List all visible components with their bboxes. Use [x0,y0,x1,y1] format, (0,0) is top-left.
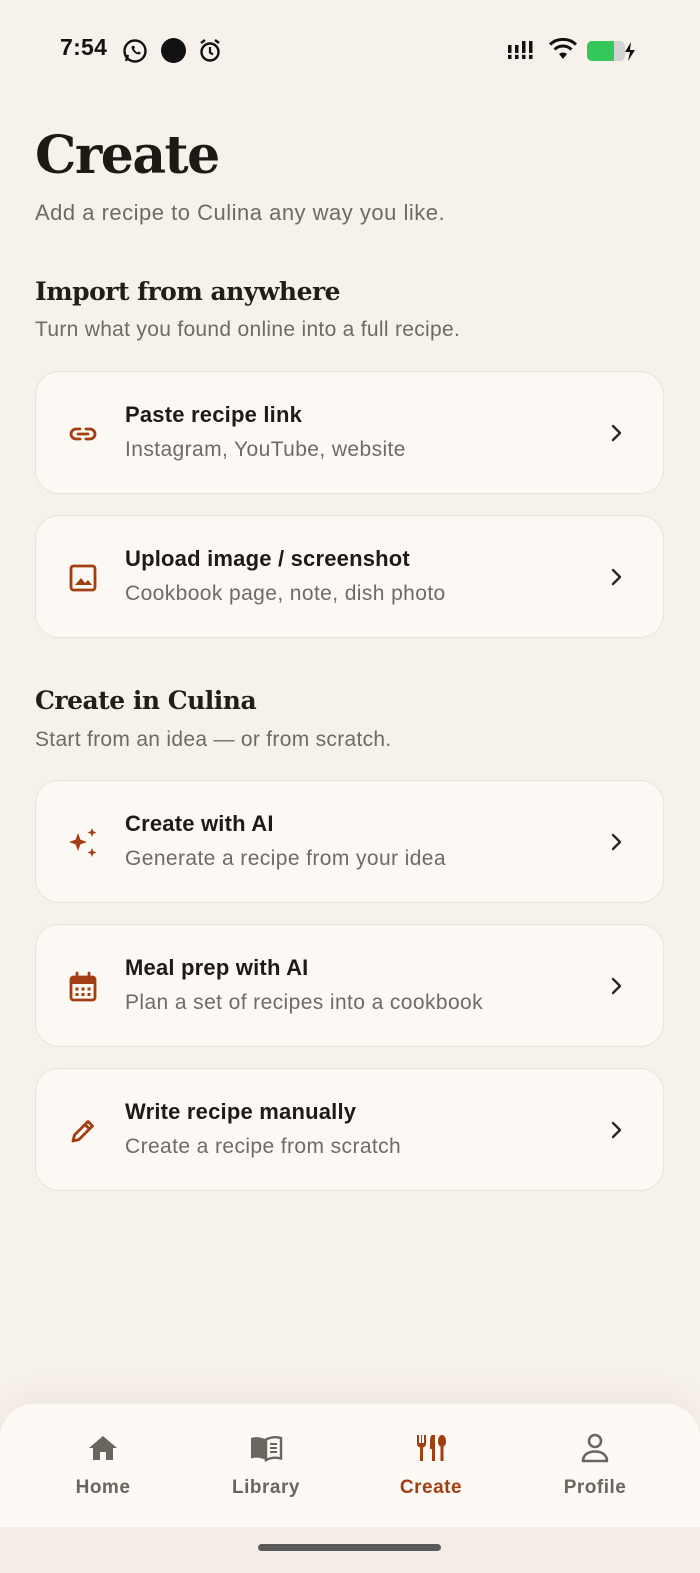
user-icon [581,1433,609,1463]
page-subtitle: Add a recipe to Culina any way you like. [35,200,446,225]
link-icon [69,427,97,441]
card-description: Cookbook page, note, dish photo [125,582,446,605]
home-icon [89,1436,117,1460]
card-title: Upload image / screenshot [125,546,410,571]
nav-item-library[interactable]: Library [196,1404,336,1524]
image-icon [69,564,97,592]
card-description: Generate a recipe from your idea [125,847,446,870]
card-title: Write recipe manually [125,1099,357,1124]
nav-label: Create [399,1477,463,1498]
nav-item-profile[interactable]: Profile [525,1404,665,1524]
nav-label: Profile [563,1477,627,1498]
nav-item-create[interactable]: Create [361,1404,501,1524]
section-title-import: Import from anywhere [35,277,341,306]
chevron-right-icon [611,977,622,995]
nav-label: Home [75,1477,131,1498]
card-description: Create a recipe from scratch [125,1135,402,1158]
alarm-icon [200,39,220,62]
signal-icon [506,41,536,59]
utensils-icon [417,1435,446,1461]
calendar-icon [69,971,97,1002]
write-recipe-manually-card[interactable]: Write recipe manually Create a recipe fr… [35,1068,664,1191]
paste-recipe-link-card[interactable]: Paste recipe link Instagram, YouTube, we… [35,371,664,494]
chevron-right-icon [611,424,622,442]
whatsapp-icon [123,39,147,63]
page-title: Create [35,125,220,186]
section-subtitle-import: Turn what you found online into a full r… [35,318,461,341]
status-bar: 7:54 [0,0,700,100]
create-screen: 7:54 Create Add a recipe to Culina any w… [0,0,700,1573]
nav-item-home[interactable]: Home [33,1404,173,1524]
section-subtitle-create: Start from an idea — or from scratch. [35,728,392,751]
battery-charging-icon [587,41,635,61]
sparkles-icon [69,828,97,857]
wifi-icon [548,37,578,59]
card-title: Paste recipe link [125,402,303,427]
pencil-icon [71,1120,94,1143]
nav-label: Library [232,1477,300,1498]
card-description: Plan a set of recipes into a cookbook [125,991,484,1014]
status-time: 7:54 [60,34,108,60]
section-title-create: Create in Culina [35,686,257,715]
create-with-ai-card[interactable]: Create with AI Generate a recipe from yo… [35,780,664,903]
home-indicator[interactable] [258,1544,441,1551]
chevron-right-icon [611,833,622,851]
upload-image-card[interactable]: Upload image / screenshot Cookbook page,… [35,515,664,638]
notification-dot-icon [161,38,186,63]
card-title: Meal prep with AI [125,955,309,980]
chevron-right-icon [611,1121,622,1139]
chevron-right-icon [611,568,622,586]
meal-prep-with-ai-card[interactable]: Meal prep with AI Plan a set of recipes … [35,924,664,1047]
card-title: Create with AI [125,811,274,836]
card-description: Instagram, YouTube, website [125,438,406,461]
book-icon [251,1435,283,1462]
